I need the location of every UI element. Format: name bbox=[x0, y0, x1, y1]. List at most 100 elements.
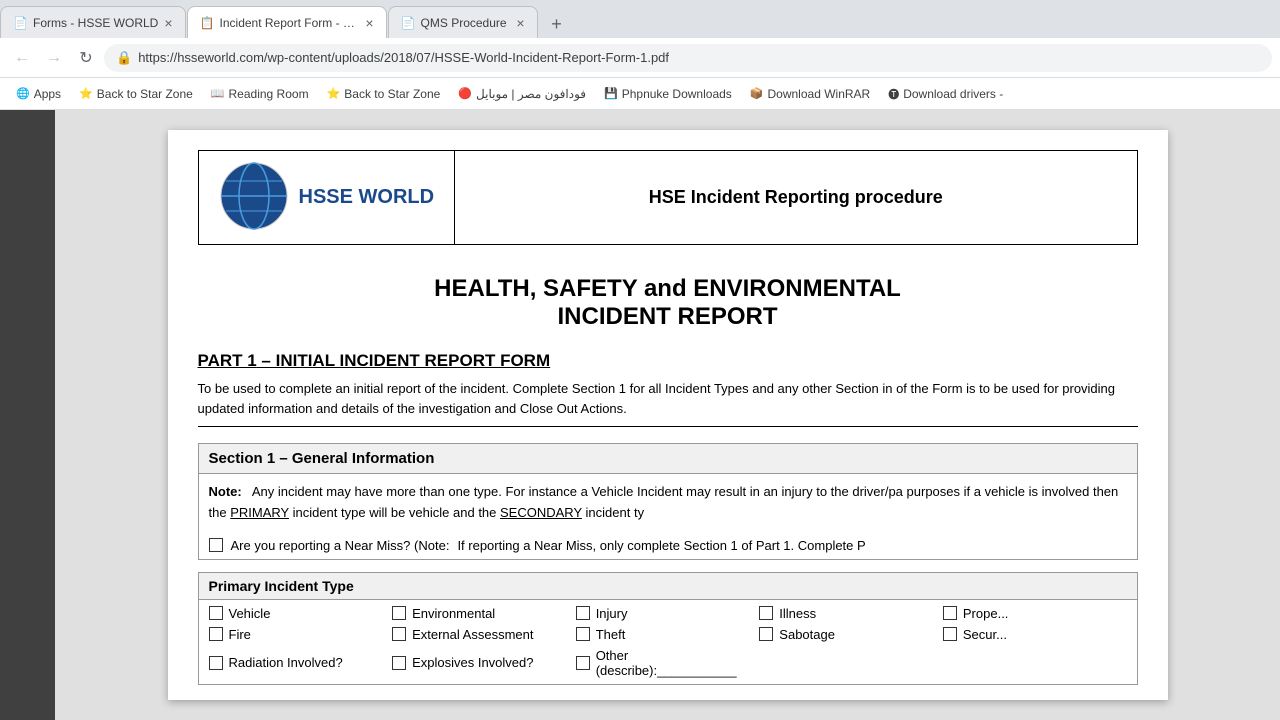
nav-bar: ← → ↻ 🔒 https://hsseworld.com/wp-content… bbox=[0, 38, 1280, 78]
tab-title-2: Incident Report Form - HSSE W... bbox=[220, 16, 360, 30]
bookmark-label-drivers: Download drivers - bbox=[903, 87, 1003, 101]
bookmark-apps[interactable]: 🌐 Apps bbox=[8, 84, 69, 104]
bookmark-label-star1: Back to Star Zone bbox=[97, 87, 193, 101]
checkbox-prope[interactable] bbox=[943, 606, 957, 620]
label-environmental: Environmental bbox=[412, 606, 495, 621]
bookmark-label-phpnuke: Phpnuke Downloads bbox=[622, 87, 732, 101]
note-label: Note: bbox=[209, 484, 242, 499]
pdf-page: HSSE WORLD HSE Incident Reporting proced… bbox=[168, 130, 1168, 700]
checkbox-fire[interactable] bbox=[209, 627, 223, 641]
incident-illness: Illness bbox=[759, 606, 943, 621]
main-title-line2: INCIDENT REPORT bbox=[198, 303, 1138, 331]
bookmark-label-star2: Back to Star Zone bbox=[344, 87, 440, 101]
tab-qms[interactable]: 📄 QMS Procedure × bbox=[388, 6, 538, 38]
near-miss-note: If reporting a Near Miss, only complete … bbox=[457, 538, 865, 553]
section1-header: Section 1 – General Information bbox=[199, 444, 1137, 474]
tab-favicon-2: 📋 bbox=[200, 16, 214, 30]
tab-favicon-3: 📄 bbox=[401, 16, 415, 30]
incident-injury: Injury bbox=[576, 606, 760, 621]
incident-fire: Fire bbox=[209, 627, 393, 642]
label-theft: Theft bbox=[596, 627, 626, 642]
label-fire: Fire bbox=[229, 627, 251, 642]
tab-incident[interactable]: 📋 Incident Report Form - HSSE W... × bbox=[187, 6, 387, 38]
back-button[interactable]: ← bbox=[8, 44, 36, 72]
browser-chrome: 📄 Forms - HSSE WORLD × 📋 Incident Report… bbox=[0, 0, 1280, 110]
bookmark-phpnuke[interactable]: 💾 Phpnuke Downloads bbox=[596, 84, 740, 104]
main-title-line1: HEALTH, SAFETY and ENVIRONMENTAL bbox=[198, 275, 1138, 303]
checkbox-radiation[interactable] bbox=[209, 656, 223, 670]
primary-label: PRIMARY bbox=[230, 505, 289, 520]
incident-other: Other (describe):___________ bbox=[576, 648, 760, 678]
incident-secur: Secur... bbox=[943, 627, 1127, 642]
bookmark-star1[interactable]: ⭐ Back to Star Zone bbox=[71, 84, 201, 104]
part1-heading: PART 1 – INITIAL INCIDENT REPORT FORM bbox=[198, 351, 1138, 371]
checkbox-environmental[interactable] bbox=[392, 606, 406, 620]
part1-suffix: – INITIAL INCIDENT REPORT FORM bbox=[257, 351, 550, 370]
note-text2: incident type will be vehicle and the bbox=[293, 505, 497, 520]
bookmark-label-winrar: Download WinRAR bbox=[768, 87, 871, 101]
checkbox-sabotage[interactable] bbox=[759, 627, 773, 641]
address-bar[interactable]: 🔒 https://hsseworld.com/wp-content/uploa… bbox=[104, 44, 1272, 72]
content-area: HSSE WORLD HSE Incident Reporting proced… bbox=[0, 110, 1280, 720]
bookmark-reading[interactable]: 📖 Reading Room bbox=[203, 84, 317, 104]
address-text: https://hsseworld.com/wp-content/uploads… bbox=[138, 50, 1260, 65]
checkbox-other[interactable] bbox=[576, 656, 590, 670]
bookmark-favicon-star1: ⭐ bbox=[79, 87, 93, 100]
label-secur: Secur... bbox=[963, 627, 1007, 642]
bookmark-winrar[interactable]: 📦 Download WinRAR bbox=[742, 84, 878, 104]
bookmark-favicon-phpnuke: 💾 bbox=[604, 87, 618, 100]
bookmark-favicon-vodafone: 🔴 bbox=[458, 87, 472, 100]
pdf-logo: HSSE WORLD bbox=[199, 151, 456, 244]
checkbox-illness[interactable] bbox=[759, 606, 773, 620]
incident-external: External Assessment bbox=[392, 627, 576, 642]
tab-bar: 📄 Forms - HSSE WORLD × 📋 Incident Report… bbox=[0, 0, 1280, 38]
label-injury: Injury bbox=[596, 606, 628, 621]
bookmark-favicon-drivers: 🅣 bbox=[888, 86, 899, 102]
section1-box: Section 1 – General Information Note: An… bbox=[198, 443, 1138, 560]
near-miss-row: Are you reporting a Near Miss? (Note: If… bbox=[199, 532, 1137, 559]
checkbox-theft[interactable] bbox=[576, 627, 590, 641]
tab-title-3: QMS Procedure bbox=[421, 16, 511, 30]
pdf-sidebar[interactable] bbox=[0, 110, 55, 720]
label-illness: Illness bbox=[779, 606, 816, 621]
label-prope: Prope... bbox=[963, 606, 1009, 621]
bookmark-favicon-apps: 🌐 bbox=[16, 87, 30, 100]
incident-explosives: Explosives Involved? bbox=[392, 648, 576, 678]
bookmark-star2[interactable]: ⭐ Back to Star Zone bbox=[319, 84, 449, 104]
bookmarks-bar: 🌐 Apps ⭐ Back to Star Zone 📖 Reading Roo… bbox=[0, 78, 1280, 110]
incident-sabotage: Sabotage bbox=[759, 627, 943, 642]
near-miss-checkbox[interactable] bbox=[209, 538, 223, 552]
tab-favicon-1: 📄 bbox=[13, 16, 27, 30]
checkbox-secur[interactable] bbox=[943, 627, 957, 641]
checkbox-explosives[interactable] bbox=[392, 656, 406, 670]
bookmark-vodafone[interactable]: 🔴 فودافون مصر | موبايل bbox=[450, 84, 594, 104]
secondary-label: SECONDARY bbox=[500, 505, 582, 520]
incident-theft: Theft bbox=[576, 627, 760, 642]
bookmark-label-vodafone: فودافون مصر | موبايل bbox=[476, 87, 586, 101]
part1-label: PART 1 bbox=[198, 351, 257, 370]
tab-close-2[interactable]: × bbox=[365, 15, 373, 31]
incident-vehicle: Vehicle bbox=[209, 606, 393, 621]
tab-close-3[interactable]: × bbox=[516, 15, 524, 31]
checkbox-external[interactable] bbox=[392, 627, 406, 641]
bookmark-label-reading: Reading Room bbox=[229, 87, 309, 101]
new-tab-button[interactable]: + bbox=[543, 10, 571, 38]
bookmark-drivers[interactable]: 🅣 Download drivers - bbox=[880, 83, 1011, 105]
lock-icon: 🔒 bbox=[116, 50, 132, 66]
logo-globe-icon bbox=[219, 161, 289, 231]
reload-button[interactable]: ↻ bbox=[72, 44, 100, 72]
note-text3: incident ty bbox=[586, 505, 645, 520]
tab-close-1[interactable]: × bbox=[164, 15, 172, 31]
checkbox-vehicle[interactable] bbox=[209, 606, 223, 620]
incident-empty1 bbox=[759, 648, 943, 678]
forward-button[interactable]: → bbox=[40, 44, 68, 72]
incident-prope: Prope... bbox=[943, 606, 1127, 621]
incident-radiation: Radiation Involved? bbox=[209, 648, 393, 678]
checkbox-injury[interactable] bbox=[576, 606, 590, 620]
section1-content: Note: Any incident may have more than on… bbox=[199, 474, 1137, 532]
tab-title-1: Forms - HSSE WORLD bbox=[33, 16, 158, 30]
near-miss-label: Are you reporting a Near Miss? (Note: bbox=[231, 538, 450, 553]
tab-forms[interactable]: 📄 Forms - HSSE WORLD × bbox=[0, 6, 186, 38]
pdf-main: HSSE WORLD HSE Incident Reporting proced… bbox=[55, 110, 1280, 720]
bookmark-favicon-reading: 📖 bbox=[211, 87, 225, 100]
